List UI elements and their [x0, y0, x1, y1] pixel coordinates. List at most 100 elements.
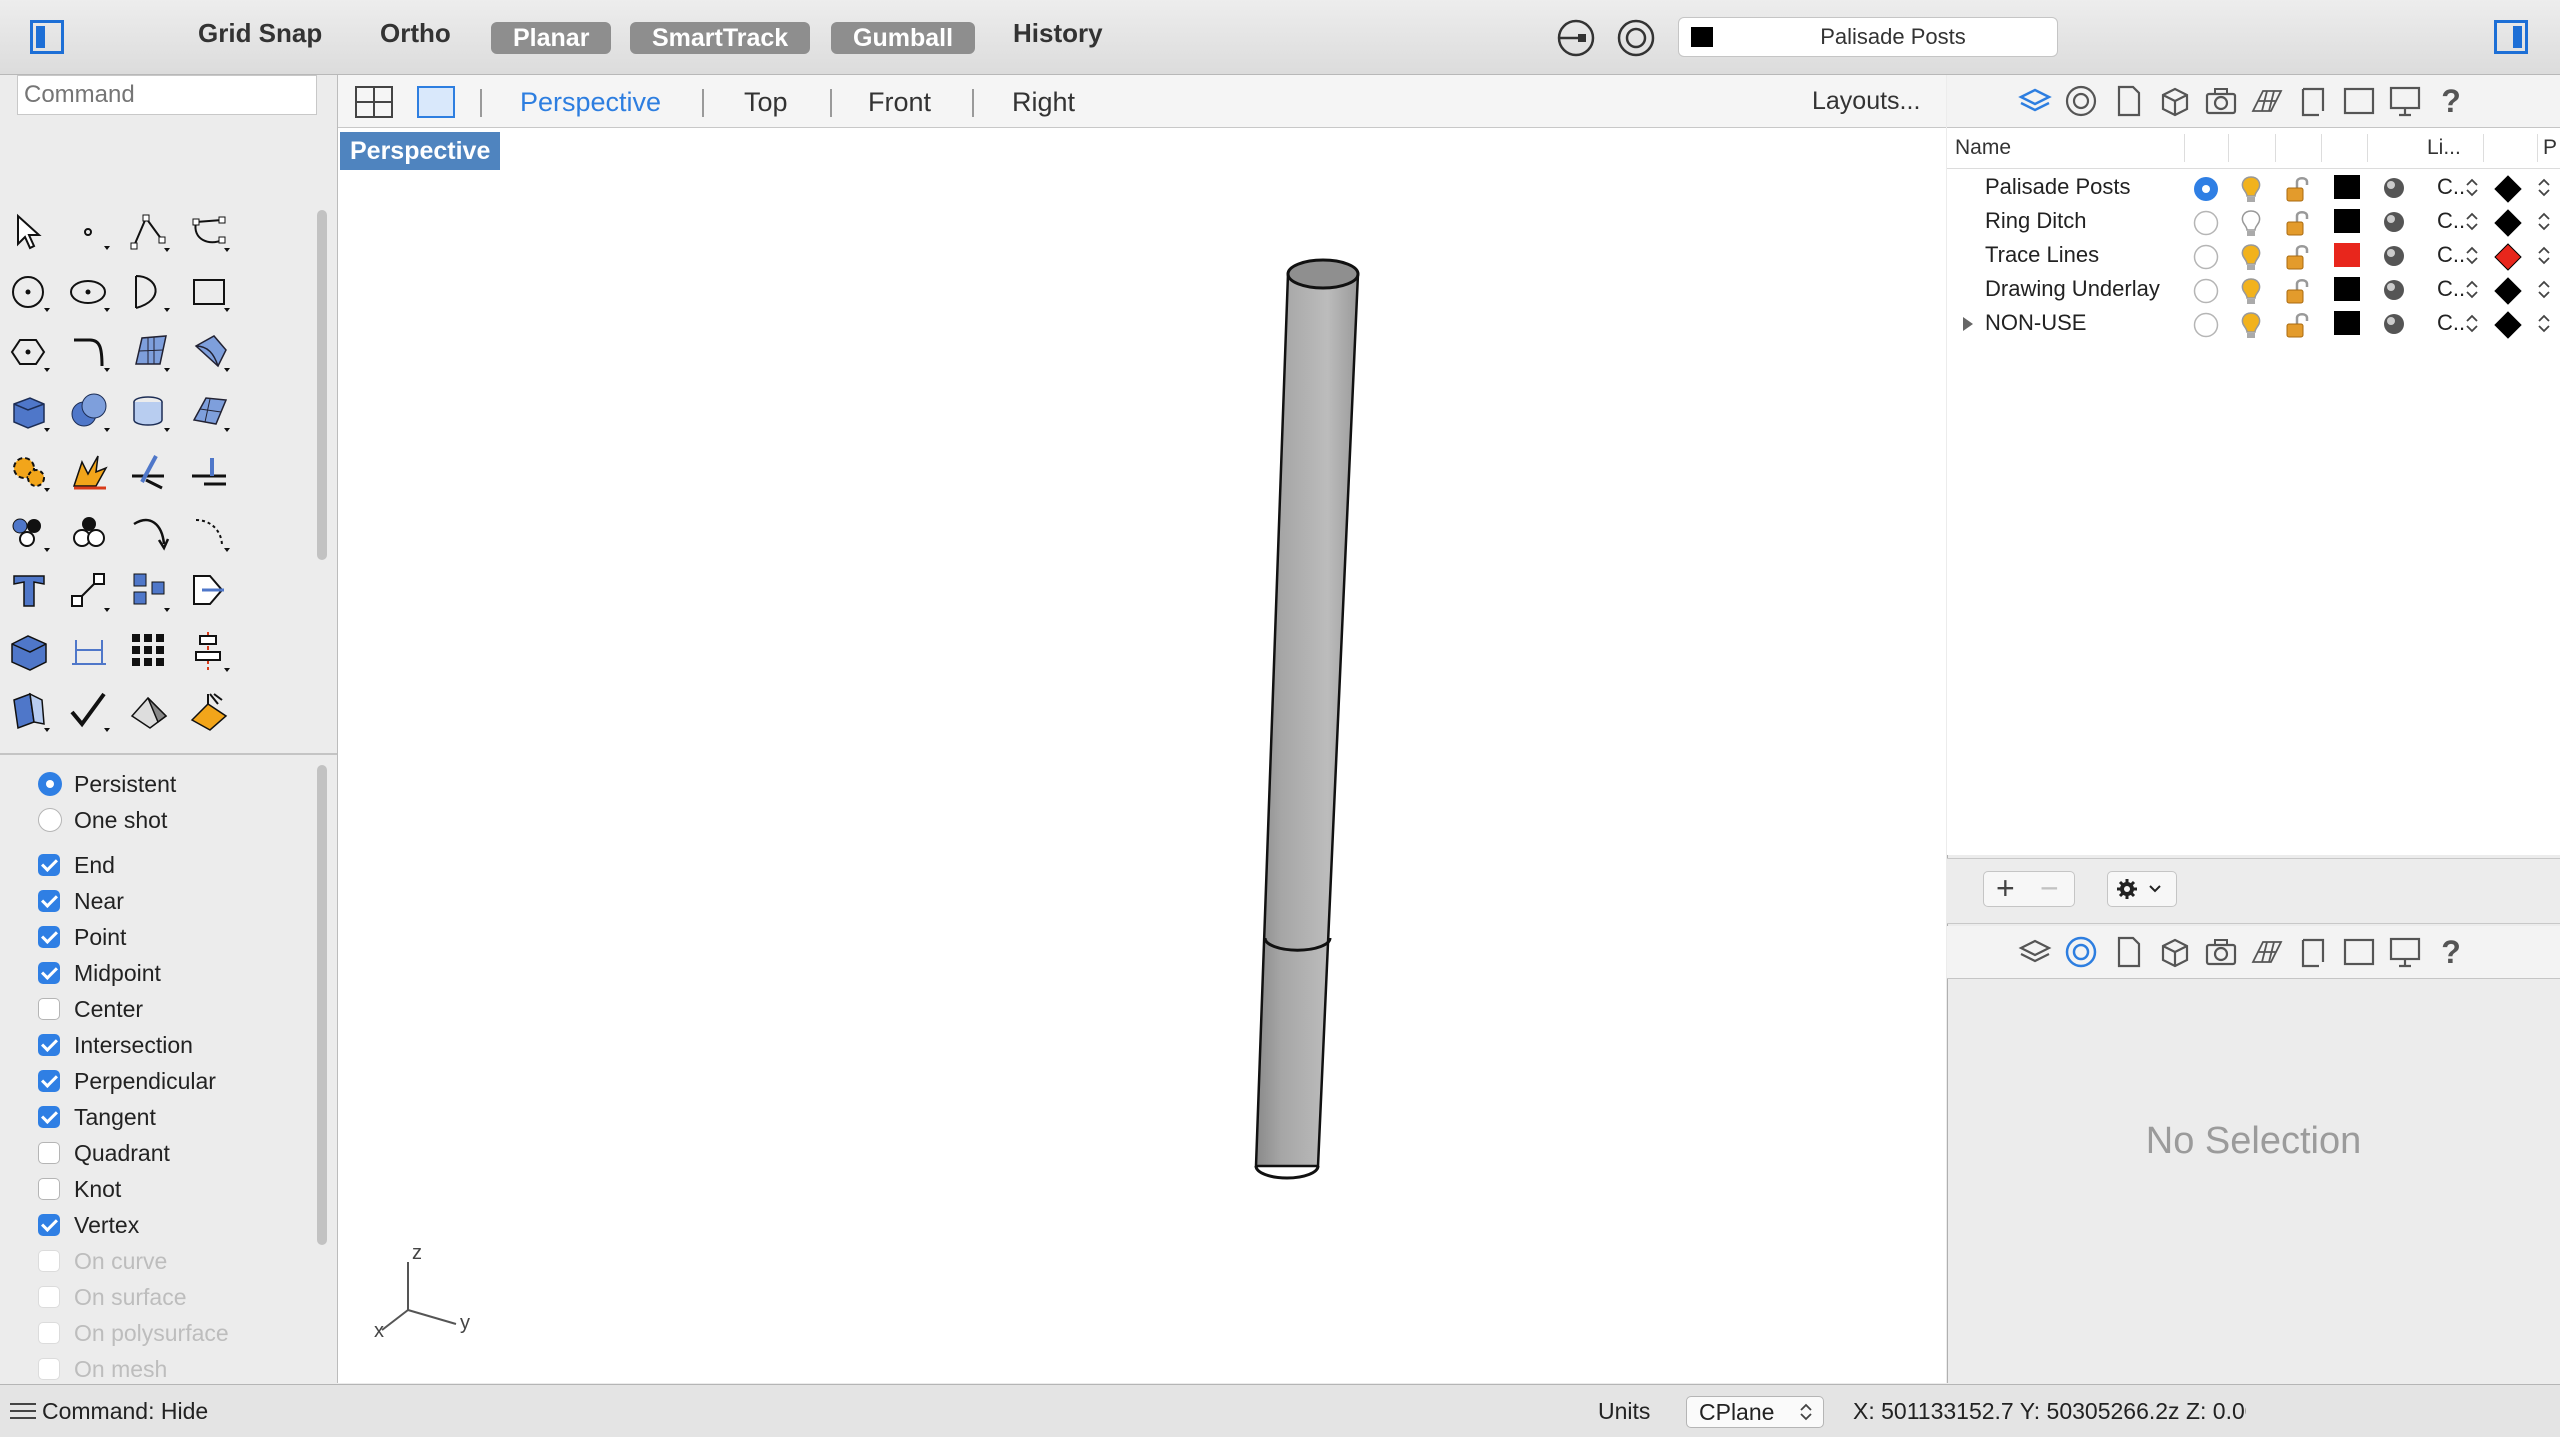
current-layer-dropdown[interactable]: Palisade Posts [1678, 17, 2058, 57]
osnap-scrollbar[interactable] [317, 765, 327, 1245]
help-panel-icon[interactable]: ? [2433, 83, 2469, 119]
left-sidebar-toggle-icon[interactable] [30, 20, 64, 54]
grid-array-tool-icon[interactable] [128, 630, 172, 674]
updown-chevron-icon[interactable] [2537, 178, 2551, 198]
osnap-checkbox[interactable] [38, 890, 60, 912]
grid-panel-icon[interactable] [2249, 934, 2285, 970]
layer-linetype[interactable]: C.. [2437, 208, 2465, 234]
updown-chevron-icon[interactable] [2537, 246, 2551, 266]
properties-panel-icon[interactable] [2063, 934, 2099, 970]
column-linetype-header[interactable]: Li... [2427, 128, 2461, 168]
point-tool-icon[interactable] [68, 210, 112, 254]
print-color-diamond-icon[interactable] [2492, 242, 2524, 272]
updown-chevron-icon[interactable] [2465, 178, 2479, 198]
updown-chevron-icon[interactable] [2465, 280, 2479, 300]
command-history-icon[interactable] [8, 1401, 38, 1421]
updown-chevron-icon[interactable] [2537, 280, 2551, 300]
osnap-checkbox[interactable] [38, 962, 60, 984]
display-modes-panel-icon[interactable] [2387, 83, 2423, 119]
document-panel-icon[interactable] [2111, 83, 2147, 119]
object-panel-icon[interactable] [2157, 83, 2193, 119]
grid-panel-icon[interactable] [2249, 83, 2285, 119]
layer-color-swatch[interactable] [2334, 209, 2360, 233]
analyze-curve-tool-icon[interactable] [188, 510, 232, 554]
mesh-plane-tool-icon[interactable] [188, 390, 232, 434]
mesh-cylinder-tool-icon[interactable] [128, 390, 172, 434]
single-viewport-icon[interactable] [416, 85, 456, 119]
gumball-toggle[interactable]: Gumball [831, 22, 976, 54]
layer-material-sphere-icon[interactable] [2380, 175, 2408, 201]
select-tool-icon[interactable] [8, 210, 52, 254]
layer-name[interactable]: Palisade Posts [1985, 174, 2131, 200]
box-solid-tool-icon[interactable] [8, 390, 52, 434]
current-layer-radio[interactable] [2192, 209, 2220, 237]
grid-snap-toggle[interactable]: Grid Snap [198, 18, 322, 49]
polyline-tool-icon[interactable] [128, 210, 172, 254]
layer-lock-icon[interactable] [2283, 208, 2311, 238]
layer-visibility-bulb-icon[interactable] [2237, 310, 2265, 340]
layer-name[interactable]: NON-USE [1985, 310, 2086, 336]
solid-box-tool-icon[interactable] [8, 630, 52, 674]
layer-linetype[interactable]: C.. [2437, 174, 2465, 200]
print-color-diamond-icon[interactable] [2492, 276, 2524, 306]
osnap-checkbox[interactable] [38, 1106, 60, 1128]
document-panel-icon[interactable] [2111, 934, 2147, 970]
layer-name[interactable]: Drawing Underlay [1985, 276, 2160, 302]
viewport-title-label[interactable]: Perspective [340, 132, 501, 170]
fillet-edge-tool-icon[interactable] [188, 330, 232, 374]
layer-material-sphere-icon[interactable] [2380, 209, 2408, 235]
layer-visibility-bulb-icon[interactable] [2237, 242, 2265, 272]
layer-material-sphere-icon[interactable] [2380, 311, 2408, 337]
layer-linetype[interactable]: C.. [2437, 310, 2465, 336]
left-panel-divider[interactable] [0, 753, 337, 755]
rectangle-tool-icon[interactable] [188, 270, 232, 314]
circle-tool-icon[interactable] [8, 270, 52, 314]
layer-row[interactable]: Drawing Underlay C.. [1947, 272, 2560, 306]
layer-row[interactable]: Ring Ditch C.. [1947, 204, 2560, 238]
help-panel-icon[interactable]: ? [2433, 934, 2469, 970]
ortho-toggle[interactable]: Ortho [380, 18, 451, 49]
tab-perspective[interactable]: Perspective [520, 87, 661, 118]
layer-linetype[interactable]: C.. [2437, 276, 2465, 302]
history-toggle[interactable]: History [1013, 18, 1103, 49]
tab-right[interactable]: Right [1012, 87, 1075, 118]
tab-front[interactable]: Front [868, 87, 931, 118]
updown-chevron-icon[interactable] [2537, 314, 2551, 334]
add-layer-button[interactable]: + [1996, 870, 2015, 907]
current-layer-radio[interactable] [2192, 311, 2220, 339]
cplane-dropdown[interactable]: CPlane [1686, 1396, 1824, 1428]
camera-panel-icon[interactable] [2203, 934, 2239, 970]
shade-tool-icon[interactable] [128, 690, 172, 734]
four-viewports-icon[interactable] [354, 85, 394, 119]
persistent-radio[interactable] [38, 772, 62, 796]
split-tool-icon[interactable] [188, 450, 232, 494]
named-views-panel-icon[interactable] [2295, 83, 2331, 119]
updown-chevron-icon[interactable] [2465, 246, 2479, 266]
scale-tool-icon[interactable] [68, 570, 112, 614]
layer-lock-icon[interactable] [2283, 242, 2311, 272]
named-views-panel-icon[interactable] [2295, 934, 2331, 970]
updown-chevron-icon[interactable] [2537, 212, 2551, 232]
osnap-checkbox[interactable] [38, 1214, 60, 1236]
right-sidebar-toggle-icon[interactable] [2494, 20, 2528, 54]
osnap-checkbox[interactable] [38, 1070, 60, 1092]
print-color-diamond-icon[interactable] [2492, 174, 2524, 204]
render-tool-icon[interactable] [188, 690, 232, 734]
camera-panel-icon[interactable] [2203, 83, 2239, 119]
tool-palette-scrollbar[interactable] [317, 210, 327, 560]
one-shot-radio[interactable] [38, 808, 62, 832]
viewports-panel-icon[interactable] [2341, 934, 2377, 970]
osnap-checkbox[interactable] [38, 1142, 60, 1164]
boolean-union-tool-icon[interactable] [68, 390, 112, 434]
layer-row[interactable]: Trace Lines C.. [1947, 238, 2560, 272]
layer-lock-icon[interactable] [2283, 276, 2311, 306]
layers-panel-icon[interactable] [2017, 934, 2053, 970]
current-layer-radio[interactable] [2192, 175, 2220, 203]
fillet-curves-tool-icon[interactable] [68, 330, 112, 374]
render-settings-tool-icon[interactable] [8, 450, 52, 494]
layer-lock-icon[interactable] [2283, 310, 2311, 340]
layouts-button[interactable]: Layouts... [1812, 87, 1920, 116]
layer-row[interactable]: Palisade Posts C.. [1947, 170, 2560, 204]
layers-panel-icon[interactable] [2017, 83, 2053, 119]
command-input[interactable] [17, 75, 317, 115]
